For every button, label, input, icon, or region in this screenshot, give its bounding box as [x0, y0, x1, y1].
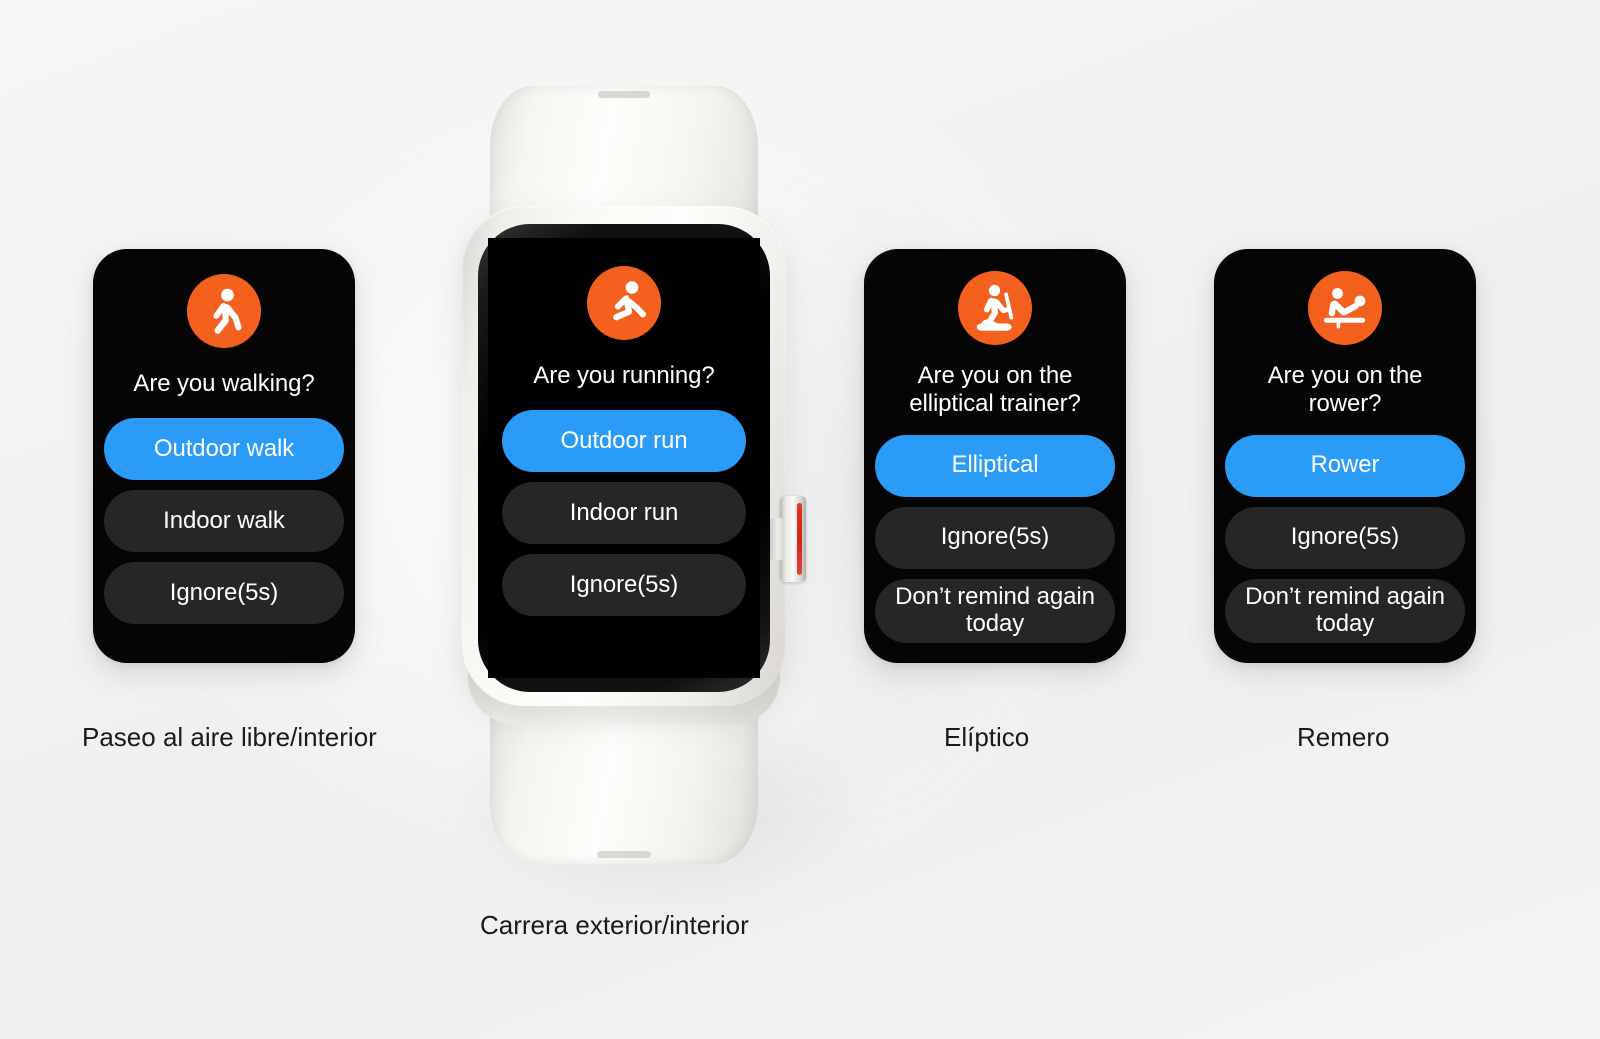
option-button-primary[interactable]: Rower — [1225, 434, 1465, 497]
card-question: Are you on the rower? — [1267, 362, 1423, 418]
running-person-icon — [587, 266, 661, 340]
option-button-secondary-1[interactable]: Ignore(5s) — [875, 506, 1115, 569]
elliptical-trainer-icon — [958, 271, 1032, 345]
option-button-secondary-1[interactable]: Indoor run — [502, 482, 746, 545]
card-question: Are you running? — [533, 362, 715, 389]
option-button-secondary-2[interactable]: Don’t remind again today — [875, 578, 1115, 643]
option-button-primary[interactable]: Elliptical — [875, 434, 1115, 497]
card-question: Are you walking? — [133, 370, 315, 397]
caption-walking: Paseo al aire libre/interior — [82, 722, 377, 752]
notification-card-running[interactable]: Are you running? Outdoor run Indoor run … — [488, 238, 760, 678]
caption-rower: Remero — [1297, 722, 1390, 752]
card-question: Are you on the elliptical trainer? — [909, 362, 1081, 418]
option-button-primary[interactable]: Outdoor walk — [104, 418, 344, 481]
caption-running: Carrera exterior/interior — [480, 910, 749, 940]
caption-elliptical: Elíptico — [944, 722, 1030, 752]
watch-side-button-accent — [797, 503, 802, 575]
notification-card-elliptical[interactable]: Are you on the elliptical trainer? Ellip… — [864, 249, 1126, 663]
option-button-secondary-2[interactable]: Ignore(5s) — [104, 562, 344, 625]
watch-side-button[interactable] — [769, 496, 806, 582]
screenshot-stage: Are you walking? Outdoor walk Indoor wal… — [0, 0, 1600, 1039]
option-button-secondary-1[interactable]: Indoor walk — [104, 490, 344, 553]
option-button-primary[interactable]: Outdoor run — [502, 410, 746, 473]
walking-person-icon — [187, 274, 261, 348]
option-button-secondary-1[interactable]: Ignore(5s) — [1225, 506, 1465, 569]
option-button-secondary-2[interactable]: Ignore(5s) — [502, 554, 746, 617]
option-button-secondary-2[interactable]: Don’t remind again today — [1225, 578, 1465, 643]
notification-card-walking[interactable]: Are you walking? Outdoor walk Indoor wal… — [93, 249, 355, 663]
smart-band-watch: Are you running? Outdoor run Indoor run … — [432, 78, 812, 868]
notification-card-rower[interactable]: Are you on the rower? Rower Ignore(5s) D… — [1214, 249, 1476, 663]
watch-side-button-notch — [769, 518, 783, 560]
rowing-machine-icon — [1308, 271, 1382, 345]
